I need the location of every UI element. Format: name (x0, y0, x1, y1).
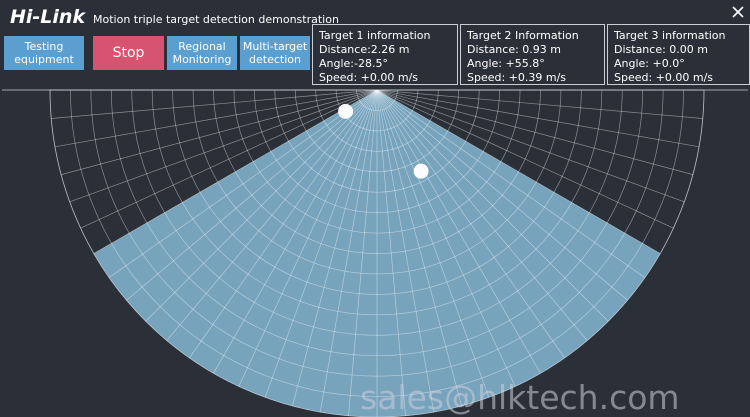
radar-target-dot (338, 103, 354, 119)
radar-target-dot (413, 163, 429, 179)
watermark-text: sales@hlktech.com (360, 378, 680, 417)
radar-angle-line (376, 89, 703, 119)
radar-display (2, 89, 748, 417)
radar-angle-line (51, 89, 378, 119)
radar-grid (2, 89, 748, 417)
